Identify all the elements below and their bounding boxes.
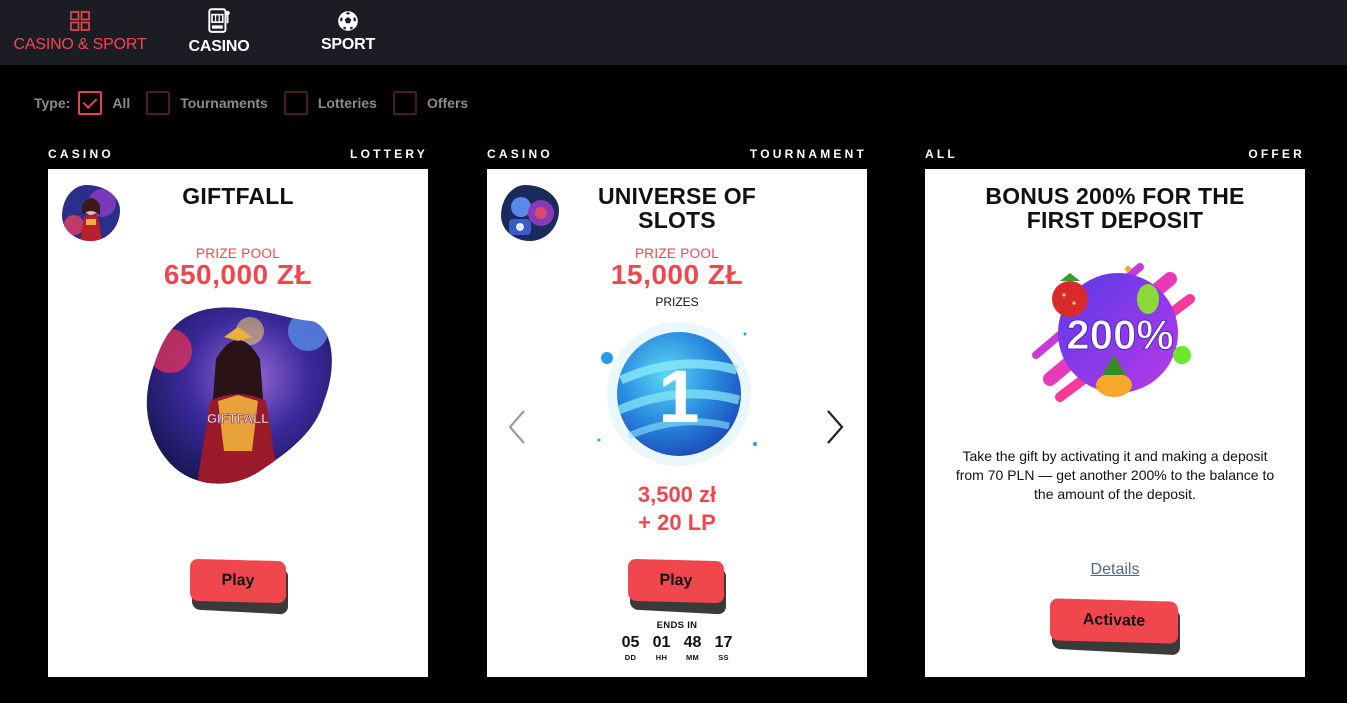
filter-lotteries-checkbox[interactable] xyxy=(283,90,308,115)
countdown-unit: MM xyxy=(685,653,700,662)
button-label: Play xyxy=(628,558,724,604)
carousel-next-arrow-icon[interactable] xyxy=(824,408,846,446)
countdown-days: 05 DD xyxy=(620,634,642,662)
card-title-line-1: BONUS 200% FOR THE xyxy=(985,183,1245,209)
carousel-prev-arrow-icon[interactable] xyxy=(506,408,528,446)
card-category: CASINO xyxy=(487,147,553,161)
promo-card-universe-of-slots: UNIVERSE OF SLOTS PRIZE POOL 15,000 ZŁ P… xyxy=(487,169,867,677)
countdown-unit: DD xyxy=(624,653,637,662)
card-header-giftfall: CASINO LOTTERY xyxy=(48,147,428,161)
card-header-bonus: ALL OFFER xyxy=(925,147,1305,161)
bonus-200-artwork: 200% xyxy=(1032,263,1195,402)
prizes-label: PRIZES xyxy=(655,295,699,309)
card-category: ALL xyxy=(925,147,958,161)
countdown-value: 48 xyxy=(683,634,702,651)
countdown-hours: 01 HH xyxy=(651,634,673,662)
filter-tournaments-checkbox[interactable] xyxy=(146,90,171,115)
filter-lotteries-label: Lotteries xyxy=(317,94,377,111)
filter-all[interactable]: All xyxy=(78,90,131,115)
countdown-title: ENDS IN xyxy=(656,620,698,631)
tab-label: SPORT xyxy=(320,36,376,53)
reward-points: + 20 LP xyxy=(638,510,716,535)
card-kind: OFFER xyxy=(1248,147,1305,161)
countdown-unit: HH xyxy=(655,653,668,662)
filter-offers-label: Offers xyxy=(426,94,469,111)
first-place-badge: 1 xyxy=(597,322,757,466)
filter-tournaments[interactable]: Tournaments xyxy=(146,90,268,115)
button-label: Play xyxy=(190,558,286,604)
card-title-line-2: SLOTS xyxy=(638,207,716,233)
countdown-value: 05 xyxy=(621,634,640,651)
tab-casino-and-sport[interactable]: CASINO & SPORT xyxy=(13,0,147,65)
offer-details-link[interactable]: Details xyxy=(925,561,1305,579)
grid-icon xyxy=(70,11,90,31)
offer-activate-button[interactable]: Activate xyxy=(1050,598,1180,656)
card-title: GIFTFALL xyxy=(182,183,294,209)
type-filter-label: Type: xyxy=(34,94,71,111)
reward-amount: 3,500 zł xyxy=(637,482,717,507)
countdown-seconds: 17 SS xyxy=(713,634,735,662)
offer-description: Take the gift by activating it and makin… xyxy=(955,448,1275,502)
card-header-universe: CASINO TOURNAMENT xyxy=(487,147,867,161)
card-kind: TOURNAMENT xyxy=(749,147,867,161)
first-place-number: 1 xyxy=(658,355,699,438)
countdown-row: 05 DD 01 HH 48 MM 17 SS xyxy=(487,634,867,662)
countdown-value: 01 xyxy=(652,634,671,651)
tournament-countdown: ENDS IN 05 DD 01 HH 48 MM 17 SS xyxy=(487,620,867,662)
soccer-ball-icon xyxy=(338,11,358,31)
card-kind: LOTTERY xyxy=(350,147,428,161)
giftfall-play-button[interactable]: Play xyxy=(190,558,288,615)
type-filter-bar: Type: All Tournaments Lotteries Offers xyxy=(34,90,484,115)
tab-label: CASINO & SPORT xyxy=(13,36,147,53)
tab-casino[interactable]: CASINO xyxy=(185,0,253,65)
filter-all-label: All xyxy=(112,94,131,111)
slot-machine-icon xyxy=(208,8,230,33)
filter-tournaments-label: Tournaments xyxy=(180,94,268,111)
tournament-reward: 3,500 zł + 20 LP xyxy=(487,481,867,537)
countdown-unit: SS xyxy=(718,653,729,662)
countdown-value: 17 xyxy=(714,634,733,651)
promo-card-giftfall: GIFTFALL PRIZE POOL 650,000 ZŁ GIFTFALL xyxy=(48,169,428,677)
bonus-art-text: 200% xyxy=(1066,311,1173,358)
tab-sport[interactable]: SPORT xyxy=(318,0,378,65)
prize-pool-value: 15,000 ZŁ xyxy=(610,259,744,290)
top-navigation: CASINO & SPORT CASINO SPORT xyxy=(0,0,1347,65)
card-title-line-2: FIRST DEPOSIT xyxy=(1026,207,1204,233)
filter-offers[interactable]: Offers xyxy=(392,90,469,115)
tab-label: CASINO xyxy=(188,38,250,55)
card-title-line-1: UNIVERSE OF xyxy=(597,183,757,209)
button-label: Activate xyxy=(1050,598,1178,644)
giftfall-artwork: GIFTFALL xyxy=(146,307,332,484)
prize-pool-value: 650,000 ZŁ xyxy=(163,259,313,290)
filter-all-checkbox[interactable] xyxy=(78,90,103,115)
giftfall-art-text: GIFTFALL xyxy=(207,411,269,426)
filter-lotteries[interactable]: Lotteries xyxy=(283,90,377,115)
card-category: CASINO xyxy=(48,147,114,161)
filter-offers-checkbox[interactable] xyxy=(392,90,417,115)
countdown-minutes: 48 MM xyxy=(682,634,704,662)
universe-play-button[interactable]: Play xyxy=(628,558,726,615)
